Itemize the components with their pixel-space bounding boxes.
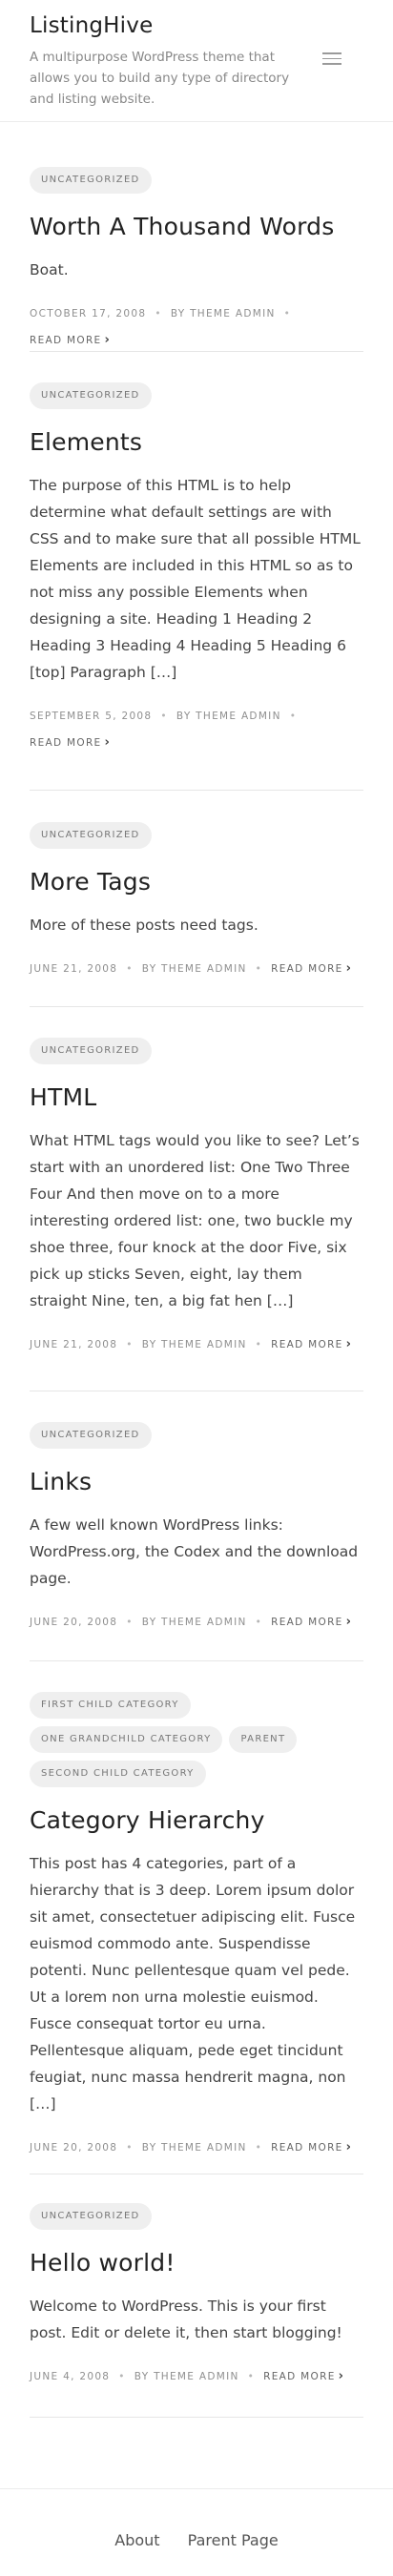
post-item: First Child Category One Grandchild Cate… bbox=[30, 1692, 363, 2161]
post-author[interactable]: By Theme Admin bbox=[142, 1617, 247, 1628]
read-more-label: Read More bbox=[271, 2142, 343, 2154]
post-divider bbox=[30, 2417, 363, 2418]
post-author[interactable]: By Theme Admin bbox=[134, 2371, 239, 2382]
post-excerpt: Boat. bbox=[30, 261, 69, 278]
post-date: June 21, 2008 bbox=[30, 963, 118, 975]
post-date: June 20, 2008 bbox=[30, 1617, 118, 1628]
hamburger-menu-icon[interactable] bbox=[322, 52, 341, 66]
category-pill[interactable]: Second Child Category bbox=[30, 1761, 206, 1787]
chevron-right-icon: › bbox=[345, 961, 353, 976]
post-title[interactable]: Worth A Thousand Words bbox=[30, 211, 363, 243]
post-meta: June 21, 2008 • By Theme Admin • Read More › bbox=[30, 956, 363, 982]
post-author[interactable]: By Theme Admin bbox=[142, 2142, 247, 2154]
post-excerpt: More of these posts need tags. bbox=[30, 917, 259, 934]
read-more-link[interactable]: Read More › bbox=[30, 333, 111, 347]
read-more-label: Read More bbox=[263, 2371, 336, 2382]
post-title[interactable]: Elements bbox=[30, 426, 363, 459]
footer-link-parent-page[interactable]: Parent Page bbox=[188, 2531, 279, 2549]
post-author[interactable]: By Theme Admin bbox=[142, 963, 247, 975]
category-pill[interactable]: Uncategorized bbox=[30, 382, 152, 409]
read-more-link[interactable]: Read More › bbox=[271, 1615, 352, 1629]
category-pill[interactable]: One Grandchild Category bbox=[30, 1726, 223, 1753]
post-date: June 21, 2008 bbox=[30, 1339, 118, 1350]
post-categories: Uncategorized bbox=[30, 822, 363, 849]
post-divider bbox=[30, 351, 363, 352]
post-divider bbox=[30, 1660, 363, 1661]
category-pill[interactable]: Uncategorized bbox=[30, 167, 152, 194]
category-pill[interactable]: First Child Category bbox=[30, 1692, 191, 1719]
post-excerpt: This post has 4 categories, part of a hi… bbox=[30, 1855, 356, 2112]
post-excerpt: A few well known WordPress links: WordPr… bbox=[30, 1516, 359, 1587]
post-excerpt: What HTML tags would you like to see? Le… bbox=[30, 1132, 360, 1309]
post-item: Uncategorized Elements The purpose of th… bbox=[30, 382, 363, 756]
post-meta: October 17, 2008 • By Theme Admin •Read Mor… bbox=[30, 300, 363, 354]
post-meta: June 21, 2008 • By Theme Admin • Read More › bbox=[30, 1331, 363, 1358]
post-item: Uncategorized Hello world! Welcome to Wo… bbox=[30, 2203, 363, 2390]
read-more-link[interactable]: Read More › bbox=[271, 961, 352, 976]
post-categories: Uncategorized bbox=[30, 1038, 363, 1064]
chevron-right-icon: › bbox=[338, 2369, 345, 2383]
post-author[interactable]: By Theme Admin bbox=[142, 1339, 247, 1350]
read-more-label: Read More bbox=[271, 1617, 343, 1628]
post-date: September 5, 2008 bbox=[30, 711, 153, 722]
post-title[interactable]: HTML bbox=[30, 1082, 363, 1114]
post-categories: First Child Category One Grandchild Cate… bbox=[30, 1692, 363, 1787]
read-more-link[interactable]: Read More › bbox=[271, 1337, 352, 1351]
post-categories: Uncategorized bbox=[30, 2203, 363, 2230]
post-meta: June 20, 2008 • By Theme Admin • Read More › bbox=[30, 1609, 363, 1636]
post-item: Uncategorized HTML What HTML tags would … bbox=[30, 1038, 363, 1358]
chevron-right-icon: › bbox=[345, 1337, 353, 1351]
read-more-label: Read More bbox=[30, 335, 102, 346]
post-item: Uncategorized More Tags More of these po… bbox=[30, 822, 363, 982]
site-header: ListingHive A multipurpose WordPress the… bbox=[0, 0, 393, 122]
post-excerpt: The purpose of this HTML is to help dete… bbox=[30, 477, 361, 681]
chevron-right-icon: › bbox=[345, 2140, 353, 2154]
category-pill[interactable]: Uncategorized bbox=[30, 2203, 152, 2230]
post-meta: June 20, 2008 • By Theme Admin • Read More › bbox=[30, 2134, 363, 2161]
post-divider bbox=[30, 790, 363, 791]
post-item: Uncategorized Worth A Thousand Words Boa… bbox=[30, 167, 363, 354]
post-date: June 20, 2008 bbox=[30, 2142, 118, 2154]
site-title[interactable]: ListingHive bbox=[30, 13, 153, 38]
category-pill[interactable]: Uncategorized bbox=[30, 1038, 152, 1064]
post-categories: Uncategorized bbox=[30, 382, 363, 409]
footer-nav: About Parent Page bbox=[0, 2531, 393, 2549]
post-date: October 17, 2008 bbox=[30, 308, 147, 319]
post-meta: June 4, 2008 • By Theme Admin • Read More › bbox=[30, 2363, 363, 2390]
category-pill[interactable]: Parent bbox=[229, 1726, 298, 1753]
post-date: June 4, 2008 bbox=[30, 2371, 111, 2382]
read-more-label: Read More bbox=[271, 1339, 343, 1350]
chevron-right-icon: › bbox=[104, 333, 112, 347]
category-pill[interactable]: Uncategorized bbox=[30, 1422, 152, 1449]
category-pill[interactable]: Uncategorized bbox=[30, 822, 152, 849]
site-footer: About Parent Page bbox=[0, 2488, 393, 2576]
post-excerpt: Welcome to WordPress. This is your first… bbox=[30, 2298, 342, 2341]
read-more-link[interactable]: Read More › bbox=[271, 2140, 352, 2154]
post-divider bbox=[30, 1006, 363, 1007]
post-author[interactable]: By Theme Admin bbox=[176, 711, 281, 722]
post-meta: September 5, 2008 • By Theme Admin •Read Mo… bbox=[30, 703, 363, 756]
footer-link-about[interactable]: About bbox=[114, 2531, 159, 2549]
post-title[interactable]: More Tags bbox=[30, 866, 363, 898]
read-more-label: Read More bbox=[271, 963, 343, 975]
post-author[interactable]: By Theme Admin bbox=[171, 308, 276, 319]
site-description: A multipurpose WordPress theme that allo… bbox=[30, 50, 290, 107]
post-title[interactable]: Links bbox=[30, 1466, 363, 1498]
chevron-right-icon: › bbox=[345, 1615, 353, 1629]
post-categories: Uncategorized bbox=[30, 1422, 363, 1449]
post-categories: Uncategorized bbox=[30, 167, 363, 194]
read-more-link[interactable]: Read More › bbox=[263, 2369, 344, 2383]
read-more-link[interactable]: Read More › bbox=[30, 735, 111, 750]
chevron-right-icon: › bbox=[104, 735, 112, 750]
post-title[interactable]: Hello world! bbox=[30, 2247, 363, 2279]
read-more-label: Read More bbox=[30, 737, 102, 749]
post-item: Uncategorized Links A few well known Wor… bbox=[30, 1422, 363, 1636]
post-title[interactable]: Category Hierarchy bbox=[30, 1804, 363, 1837]
